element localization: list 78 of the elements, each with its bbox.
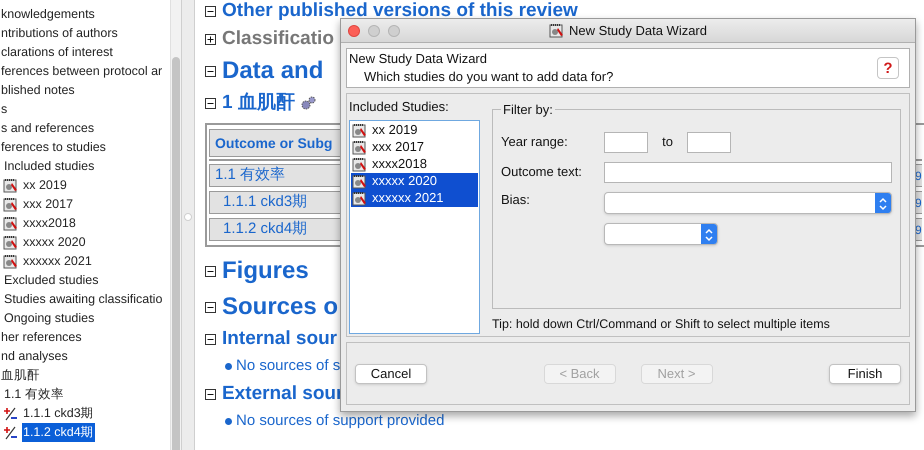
document-icon: [352, 174, 367, 188]
section-heading: Internal sour: [222, 326, 338, 351]
document-icon: [352, 140, 367, 154]
filter-legend: Filter by:: [501, 100, 555, 120]
dropdown[interactable]: [604, 222, 718, 244]
tree-item[interactable]: nd analyses: [0, 347, 69, 366]
collapse-icon[interactable]: [205, 6, 216, 16]
year-to-field[interactable]: [687, 132, 731, 152]
tree-item[interactable]: xxxxxx 2021: [22, 252, 93, 271]
scrollbar[interactable]: [170, 0, 181, 450]
help-button[interactable]: ?: [877, 57, 899, 79]
tree-item[interactable]: ntributions of authors: [0, 24, 119, 43]
list-label: Included Studies:: [349, 98, 450, 116]
collapse-icon[interactable]: [205, 334, 216, 344]
tree-item[interactable]: Studies awaiting classificatio: [3, 290, 164, 309]
section-heading: Data and: [222, 56, 324, 86]
collapse-icon[interactable]: [205, 266, 216, 276]
bullet-text: No sources of s: [236, 356, 340, 376]
document-icon: [352, 190, 367, 206]
tree-item[interactable]: s and references: [0, 119, 96, 138]
plus-minus-icon: [3, 426, 18, 440]
wizard-title: New Study Data Wizard: [349, 50, 488, 68]
tree-item[interactable]: clarations of interest: [0, 43, 114, 62]
expand-icon[interactable]: [205, 34, 216, 44]
dropdown[interactable]: [604, 192, 892, 214]
tree-item[interactable]: Included studies: [3, 157, 96, 176]
plus-minus-icon: [3, 406, 18, 420]
stepper-icon: [875, 192, 891, 212]
tree-item[interactable]: 1.1.2 ckd4期: [22, 423, 95, 442]
section-heading: Figures: [222, 256, 309, 286]
collapse-icon[interactable]: [205, 66, 216, 76]
stepper-icon: [701, 224, 717, 244]
section-heading: Other published versions of this review: [222, 0, 578, 23]
study-item[interactable]: xxxxxx 2021: [351, 190, 478, 206]
to-label: to: [661, 133, 674, 152]
tree-item[interactable]: knowledgements: [0, 5, 96, 24]
bullet-icon: [225, 418, 232, 425]
tree-item[interactable]: her references: [0, 328, 83, 347]
tip-text: Tip: hold down Ctrl/Command or Shift to select multiple items: [492, 316, 831, 334]
collapse-icon[interactable]: [205, 302, 216, 312]
tree-item[interactable]: ferences to studies: [0, 138, 107, 157]
section-heading: Classificatio: [222, 26, 334, 51]
document-icon: [3, 197, 18, 212]
tree-item[interactable]: 血肌酐: [0, 366, 41, 385]
tree-item[interactable]: 1.1.1 ckd3期: [22, 404, 95, 423]
document-icon: [3, 235, 18, 250]
document-icon: [3, 178, 18, 193]
tree-item[interactable]: xxxxx 2020: [22, 233, 87, 252]
bullet-icon: [225, 363, 232, 370]
study-item[interactable]: xxxxx 2020: [351, 172, 478, 190]
window-title: New Study Data Wizard: [569, 22, 707, 40]
wizard-subtitle: Which studies do you want to add data for?: [363, 68, 614, 86]
tree-item[interactable]: 1.1 有效率: [3, 385, 65, 404]
study-item[interactable]: xxx 2017: [351, 138, 478, 156]
tree-item[interactable]: Excluded studies: [3, 271, 100, 290]
document-icon: [3, 254, 18, 269]
tree-item[interactable]: xxxx2018: [22, 214, 77, 233]
section-heading: Sources o: [222, 292, 338, 322]
wizard-button[interactable]: Cancel: [355, 364, 427, 384]
tree-item[interactable]: xxx 2017: [22, 195, 74, 214]
bullet-text: No sources of support provided: [236, 411, 444, 432]
document-icon: [3, 216, 18, 231]
document-icon: [352, 156, 367, 172]
section-heading: 1 血肌酐: [222, 90, 295, 115]
tree-item[interactable]: Ongoing studies: [3, 309, 96, 328]
section-heading: External sour: [222, 382, 344, 406]
wizard-button[interactable]: Finish: [829, 364, 901, 384]
close-icon[interactable]: [348, 25, 360, 37]
document-icon: [352, 122, 367, 138]
tree-item[interactable]: xx 2019: [22, 176, 68, 195]
collapse-icon[interactable]: [205, 388, 216, 400]
tree-item[interactable]: ferences between protocol ar: [0, 62, 164, 81]
tree-item[interactable]: blished notes: [0, 81, 76, 100]
tree-item[interactable]: s: [0, 100, 8, 119]
document-icon: [549, 23, 564, 38]
outcome-text-field[interactable]: [604, 162, 892, 182]
year-from-field[interactable]: [604, 132, 648, 152]
collapse-icon[interactable]: [205, 98, 216, 108]
